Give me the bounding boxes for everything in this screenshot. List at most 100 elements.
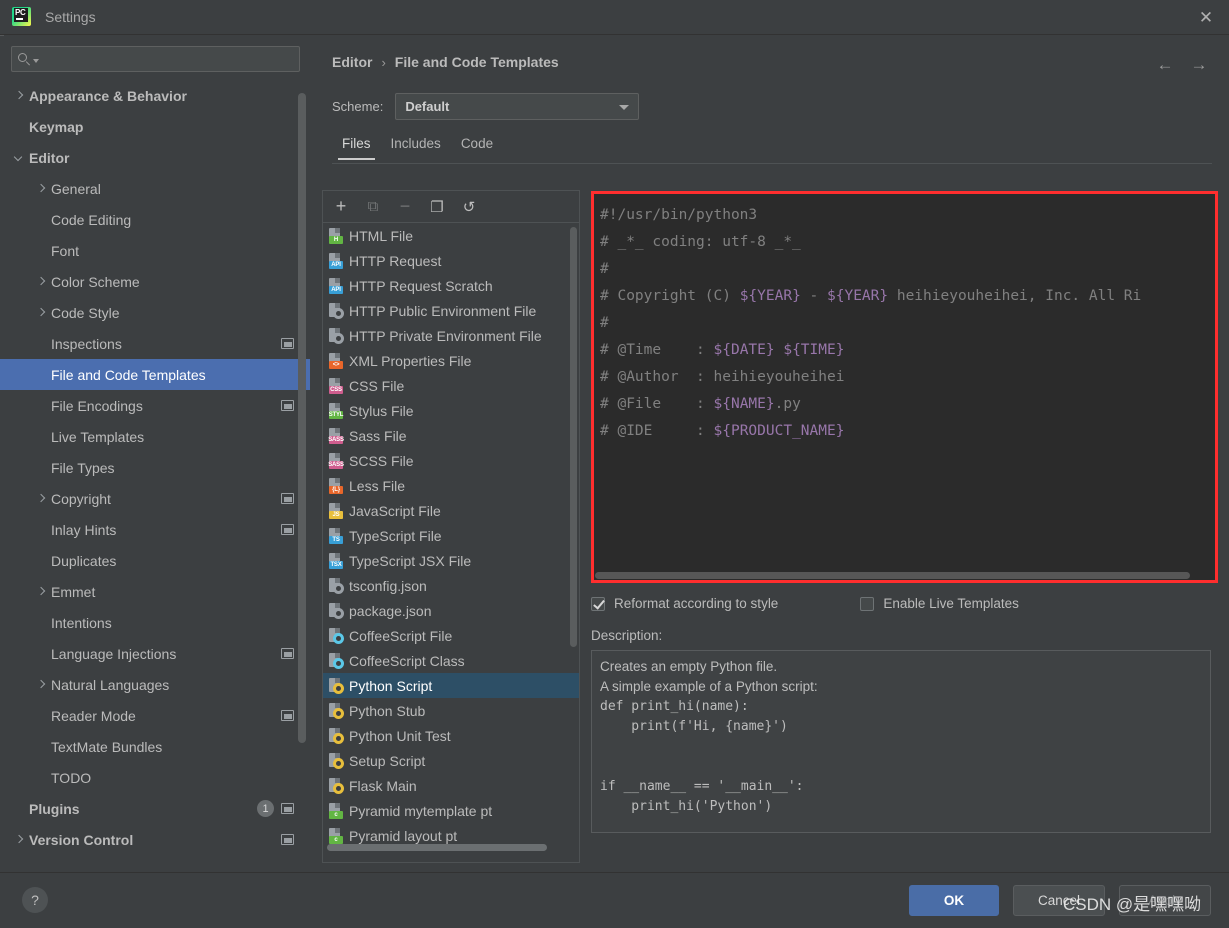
sidebar-item-version-control[interactable]: Version Control <box>0 824 310 855</box>
search-box[interactable] <box>11 46 300 72</box>
template-list-item-label: TypeScript JSX File <box>349 552 472 569</box>
tab-includes[interactable]: Includes <box>381 131 451 160</box>
sidebar-item-language-injections[interactable]: Language Injections <box>0 638 310 669</box>
sidebar-item-reader-mode[interactable]: Reader Mode <box>0 700 310 731</box>
sidebar-item-file-and-code-templates[interactable]: File and Code Templates <box>0 359 310 390</box>
breadcrumb-root[interactable]: Editor <box>332 54 372 70</box>
chevron-right-icon[interactable] <box>36 184 46 194</box>
sidebar-item-label: General <box>51 180 101 197</box>
tab-code[interactable]: Code <box>451 131 503 160</box>
code-text: - <box>800 288 827 304</box>
template-list-item[interactable]: SASS Sass File <box>323 423 579 448</box>
sidebar-scrollbar[interactable] <box>298 93 306 743</box>
template-list[interactable]: H HTML File API HTTP Request API HTTP Request… <box>323 222 579 862</box>
template-list-item[interactable]: HTTP Public Environment File <box>323 298 579 323</box>
arrow-right-icon[interactable]: → <box>1187 53 1211 77</box>
sidebar-item-code-style[interactable]: Code Style <box>0 297 310 328</box>
arrow-left-icon[interactable]: ← <box>1153 53 1177 77</box>
template-list-item[interactable]: {L} Less File <box>323 473 579 498</box>
template-tabs: Files Includes Code <box>332 131 1212 164</box>
template-variable: ${DATE} <box>713 342 775 358</box>
title-bar: PC Settings ✕ <box>0 0 1229 35</box>
sidebar-item-file-types[interactable]: File Types <box>0 452 310 483</box>
sidebar-item-duplicates[interactable]: Duplicates <box>0 545 310 576</box>
tab-files[interactable]: Files <box>332 131 381 160</box>
sidebar-item-color-scheme[interactable]: Color Scheme <box>0 266 310 297</box>
sidebar-item-inlay-hints[interactable]: Inlay Hints <box>0 514 310 545</box>
template-list-item[interactable]: <> XML Properties File <box>323 348 579 373</box>
sidebar-item-label: Intentions <box>51 614 112 631</box>
settings-sidebar: Appearance & Behavior Keymap Editor General… <box>0 36 310 872</box>
template-list-item[interactable]: JS JavaScript File <box>323 498 579 523</box>
sidebar-item-label: Live Templates <box>51 428 145 445</box>
template-list-vscrollbar[interactable] <box>570 227 577 647</box>
sidebar-item-appearance-behavior[interactable]: Appearance & Behavior <box>0 80 310 111</box>
sidebar-item-general[interactable]: General <box>0 173 310 204</box>
sidebar-item-label: Plugins <box>29 800 80 817</box>
sidebar-item-font[interactable]: Font <box>0 235 310 266</box>
chevron-right-icon[interactable] <box>14 835 24 845</box>
description-line <box>600 757 1202 777</box>
template-list-item[interactable]: package.json <box>323 598 579 623</box>
checkbox-box[interactable] <box>860 596 875 611</box>
code-line: # <box>600 310 1215 337</box>
template-list-item[interactable]: API HTTP Request Scratch <box>323 273 579 298</box>
chevron-right-icon[interactable] <box>36 277 46 287</box>
checkbox-label: Reformat according to style <box>614 596 779 611</box>
template-list-item[interactable]: API HTTP Request <box>323 248 579 273</box>
checkbox-box[interactable] <box>591 596 605 611</box>
template-list-item[interactable]: tsconfig.json <box>323 573 579 598</box>
template-list-item[interactable]: c Pyramid mytemplate pt <box>323 798 579 823</box>
template-list-hscrollbar[interactable] <box>327 844 547 851</box>
sidebar-item-keymap[interactable]: Keymap <box>0 111 310 142</box>
chevron-down-icon[interactable] <box>14 153 24 163</box>
editor-hscrollbar[interactable] <box>595 572 1190 579</box>
template-list-item[interactable]: Python Unit Test <box>323 723 579 748</box>
sidebar-item-file-encodings[interactable]: File Encodings <box>0 390 310 421</box>
template-list-item[interactable]: TS TypeScript File <box>323 523 579 548</box>
checkbox-reformat-according-to-style[interactable]: Reformat according to style <box>591 596 778 611</box>
add-icon[interactable]: + <box>331 196 351 217</box>
template-list-item[interactable]: Python Stub <box>323 698 579 723</box>
template-list-item[interactable]: Flask Main <box>323 773 579 798</box>
template-list-item[interactable]: Python Script <box>323 673 579 698</box>
ok-button[interactable]: OK <box>909 885 999 916</box>
checkbox-enable-live-templates[interactable]: Enable Live Templates <box>860 596 1019 611</box>
sidebar-item-todo[interactable]: TODO <box>0 762 310 793</box>
sidebar-item-textmate-bundles[interactable]: TextMate Bundles <box>0 731 310 762</box>
chevron-right-icon[interactable] <box>36 494 46 504</box>
close-icon[interactable]: ✕ <box>1183 0 1229 35</box>
template-list-item[interactable]: STYL Stylus File <box>323 398 579 423</box>
template-list-item[interactable]: Setup Script <box>323 748 579 773</box>
search-input[interactable] <box>39 51 293 67</box>
copy-icon[interactable]: ❐ <box>427 197 447 217</box>
help-icon[interactable]: ? <box>22 887 48 913</box>
template-list-item[interactable]: SASS SCSS File <box>323 448 579 473</box>
template-code-editor[interactable]: #!/usr/bin/python3 # _*_ coding: utf-8 _*… <box>591 191 1218 583</box>
chevron-right-icon[interactable] <box>36 308 46 318</box>
template-list-item[interactable]: H HTML File <box>323 223 579 248</box>
reset-icon[interactable]: ↺ <box>459 197 479 217</box>
template-list-item[interactable]: TSX TypeScript JSX File <box>323 548 579 573</box>
sidebar-item-intentions[interactable]: Intentions <box>0 607 310 638</box>
sidebar-item-code-editing[interactable]: Code Editing <box>0 204 310 235</box>
sidebar-item-live-templates[interactable]: Live Templates <box>0 421 310 452</box>
chevron-right-icon[interactable] <box>14 91 24 101</box>
sidebar-item-natural-languages[interactable]: Natural Languages <box>0 669 310 700</box>
template-list-item[interactable]: CSS CSS File <box>323 373 579 398</box>
sidebar-item-plugins[interactable]: Plugins 1 <box>0 793 310 824</box>
template-list-item[interactable]: HTTP Private Environment File <box>323 323 579 348</box>
sidebar-item-copyright[interactable]: Copyright <box>0 483 310 514</box>
code-line: # @Author : heihieyouheihei <box>600 364 1215 391</box>
scheme-select[interactable]: Default <box>395 93 640 120</box>
sidebar-item-editor[interactable]: Editor <box>0 142 310 173</box>
sidebar-item-inspections[interactable]: Inspections <box>0 328 310 359</box>
template-list-item[interactable]: CoffeeScript Class <box>323 648 579 673</box>
sidebar-item-emmet[interactable]: Emmet <box>0 576 310 607</box>
file-type-icon <box>328 627 344 644</box>
chevron-right-icon[interactable] <box>36 587 46 597</box>
template-list-item[interactable]: CoffeeScript File <box>323 623 579 648</box>
chevron-right-icon[interactable] <box>36 680 46 690</box>
